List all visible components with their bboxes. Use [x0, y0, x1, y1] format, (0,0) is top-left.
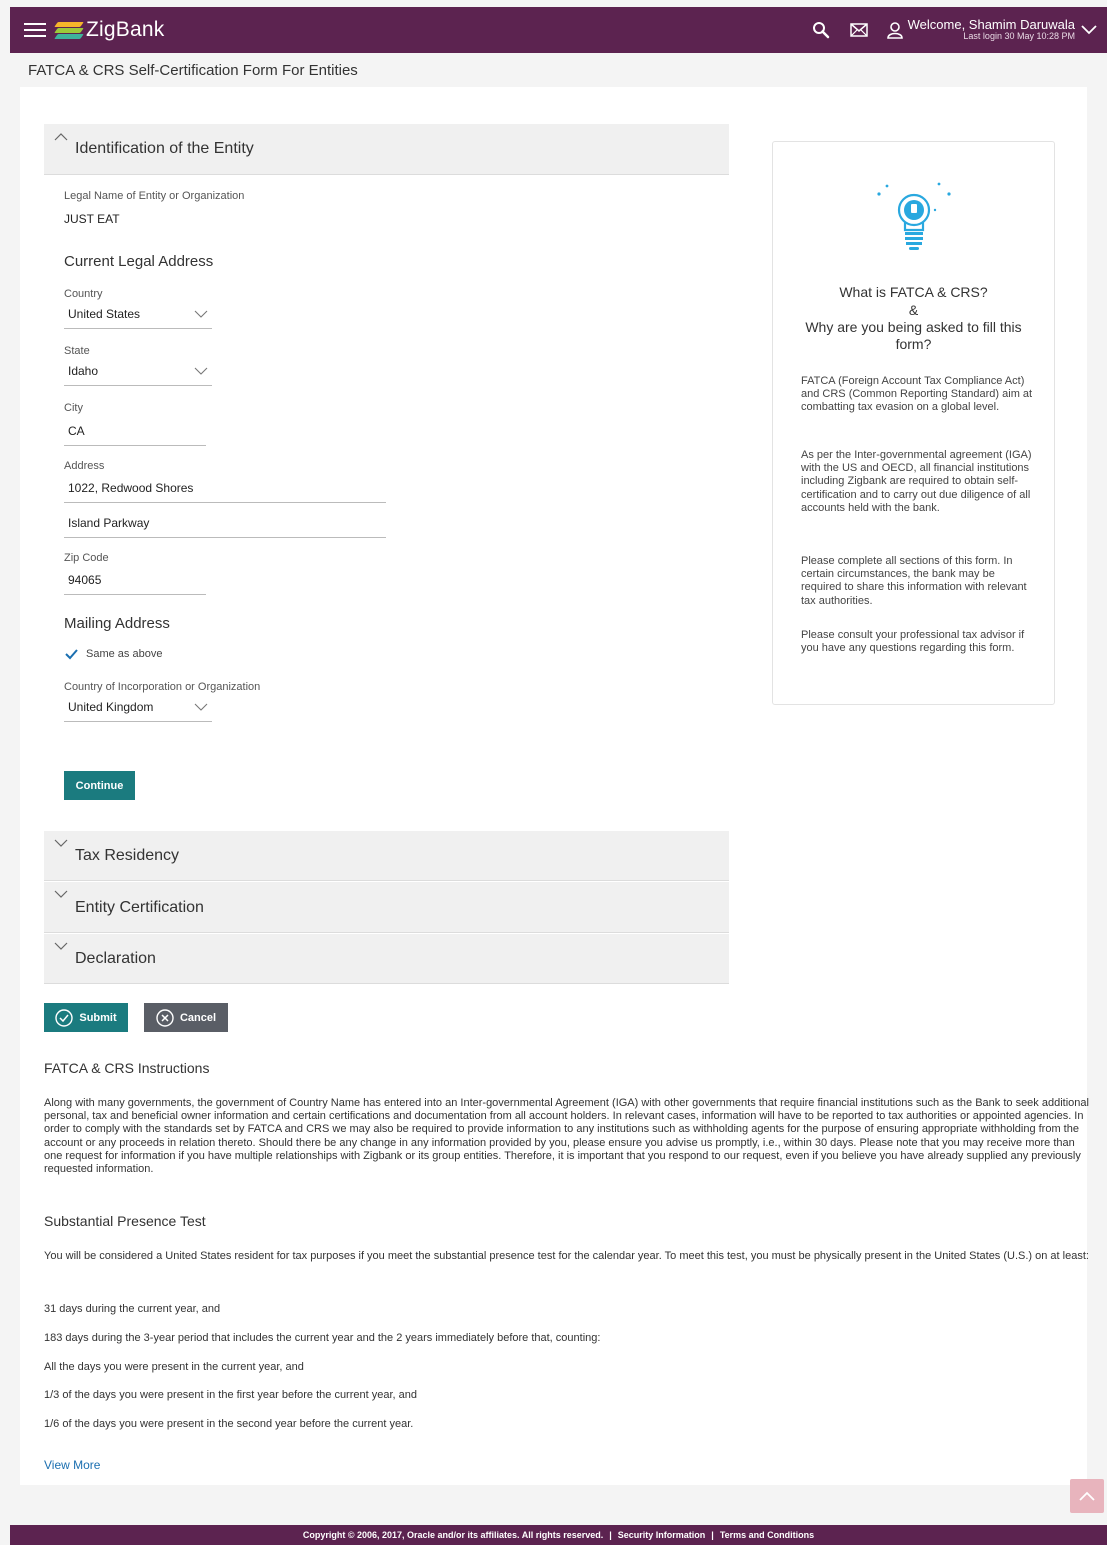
spt-list-item: All the days you were present in the cur…: [44, 1361, 304, 1373]
country-label: Country: [64, 288, 103, 300]
continue-button[interactable]: Continue: [64, 771, 135, 800]
last-login-text: Last login 30 May 10:28 PM: [963, 31, 1075, 42]
legal-name-value: JUST EAT: [64, 212, 120, 226]
city-label: City: [64, 402, 83, 414]
chevron-down-icon: [194, 367, 208, 375]
search-icon[interactable]: [808, 17, 834, 43]
view-more-link[interactable]: View More: [44, 1458, 100, 1472]
country-select[interactable]: United States: [64, 305, 212, 329]
mailing-address-heading: Mailing Address: [64, 615, 170, 632]
info-paragraph-3: Please complete all sections of this for…: [801, 555, 1027, 607]
info-title-line2: &: [908, 302, 919, 318]
chevron-up-icon: [54, 133, 68, 141]
country-selected-value: United States: [68, 307, 141, 321]
chevron-down-icon: [1081, 25, 1097, 35]
zip-label: Zip Code: [64, 552, 109, 564]
security-information-link[interactable]: Security Information: [618, 1530, 706, 1540]
info-paragraph-1: FATCA (Foreign Account Tax Compliance Ac…: [801, 375, 1033, 414]
accordion-identification-header[interactable]: Identification of the Entity: [44, 124, 729, 175]
same-as-above-checkbox[interactable]: Same as above: [64, 647, 162, 661]
menu-icon[interactable]: [24, 21, 46, 39]
state-select[interactable]: Idaho: [64, 362, 212, 386]
city-field[interactable]: CA: [64, 420, 206, 446]
mail-icon[interactable]: [846, 17, 872, 43]
substantial-presence-body: You will be considered a United States r…: [44, 1250, 1089, 1262]
page-title: FATCA & CRS Self-Certification Form For …: [28, 62, 358, 79]
check-circle-icon: [55, 1008, 74, 1027]
chevron-down-icon: [54, 839, 68, 847]
zip-value: 94065: [68, 573, 102, 587]
info-paragraph-4: Please consult your professional tax adv…: [801, 629, 1025, 655]
cancel-label: Cancel: [179, 1011, 217, 1024]
info-title-line3: Why are you being asked to fill this for…: [805, 319, 1022, 352]
top-navigation-bar: ZigBank Welcome, Shamim Daruwala Last lo…: [10, 7, 1107, 53]
address-line1-field[interactable]: 1022, Redwood Shores: [64, 477, 386, 503]
footer-separator: |: [711, 1530, 714, 1540]
zigbank-logo-icon: [54, 19, 84, 41]
user-icon: [886, 22, 903, 39]
accordion-declaration-title: Declaration: [75, 950, 156, 967]
brand-logo[interactable]: ZigBank: [54, 18, 164, 42]
incorporation-country-select[interactable]: United Kingdom: [64, 698, 212, 722]
spt-list-item: 183 days during the 3-year period that i…: [44, 1332, 601, 1344]
lightbulb-icon: [877, 182, 951, 250]
spt-list-item: 1/6 of the days you were present in the …: [44, 1418, 414, 1430]
zip-field[interactable]: 94065: [64, 569, 206, 595]
accordion-identification-title: Identification of the Entity: [75, 140, 254, 157]
welcome-text: Welcome, Shamim Daruwala: [907, 16, 1075, 32]
chevron-down-icon: [54, 942, 68, 950]
same-as-above-label: Same as above: [86, 648, 163, 660]
accordion-entity-certification-header[interactable]: Entity Certification: [44, 882, 729, 933]
chevron-down-icon: [54, 890, 68, 898]
chevron-down-icon: [194, 703, 208, 711]
address-line2-value: Island Parkway: [68, 516, 150, 530]
accordion-tax-residency-title: Tax Residency: [75, 847, 180, 864]
instructions-heading: FATCA & CRS Instructions: [44, 1060, 210, 1076]
accordion-tax-residency-header[interactable]: Tax Residency: [44, 831, 729, 881]
submit-label: Submit: [79, 1011, 117, 1024]
address-line1-value: 1022, Redwood Shores: [68, 481, 194, 495]
address-label: Address: [64, 460, 105, 472]
info-paragraph-2: As per the Inter-governmental agreement …: [801, 449, 1032, 514]
user-menu[interactable]: Welcome, Shamim Daruwala Last login 30 M…: [886, 16, 1097, 42]
spt-list-item: 31 days during the current year, and: [44, 1303, 221, 1315]
incorporation-label: Country of Incorporation or Organization: [64, 681, 261, 693]
cancel-button[interactable]: Cancel: [144, 1003, 228, 1032]
state-selected-value: Idaho: [68, 364, 99, 378]
instructions-body: Along with many governments, the governm…: [44, 1097, 1089, 1175]
substantial-presence-heading: Substantial Presence Test: [44, 1213, 206, 1229]
fatca-info-card: What is FATCA & CRS? & Why are you being…: [772, 141, 1055, 705]
close-circle-icon: [156, 1008, 174, 1027]
info-title-line1: What is FATCA & CRS?: [839, 284, 988, 300]
incorporation-selected-value: United Kingdom: [68, 700, 154, 714]
terms-and-conditions-link[interactable]: Terms and Conditions: [720, 1530, 814, 1540]
spt-list-item: 1/3 of the days you were present in the …: [44, 1389, 417, 1401]
checkmark-icon: [65, 649, 78, 660]
footer-separator: |: [609, 1530, 612, 1540]
brand-name: ZigBank: [86, 18, 165, 41]
address-line2-field[interactable]: Island Parkway: [64, 512, 386, 538]
accordion-declaration-header[interactable]: Declaration: [44, 934, 729, 984]
state-label: State: [64, 345, 90, 357]
submit-button[interactable]: Submit: [44, 1003, 128, 1032]
scroll-to-top-button[interactable]: [1070, 1479, 1104, 1513]
legal-name-label: Legal Name of Entity or Organization: [64, 190, 245, 202]
city-value: CA: [68, 424, 85, 438]
footer: Copyright © 2006, 2017, Oracle and/or it…: [10, 1525, 1107, 1545]
chevron-up-icon: [1079, 1491, 1095, 1501]
current-address-heading: Current Legal Address: [64, 253, 214, 270]
chevron-down-icon: [194, 310, 208, 318]
copyright-text: Copyright © 2006, 2017, Oracle and/or it…: [302, 1530, 604, 1540]
accordion-entity-certification-title: Entity Certification: [75, 899, 204, 916]
